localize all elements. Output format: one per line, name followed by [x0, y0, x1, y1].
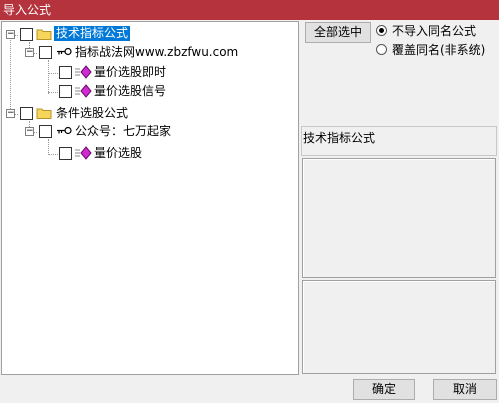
formula-icon	[75, 84, 92, 98]
folder-icon	[36, 108, 52, 119]
ok-button[interactable]: 确定	[353, 379, 415, 400]
radio-overwrite-label[interactable]: 覆盖同名(非系统)	[392, 41, 485, 58]
checkbox[interactable]	[59, 66, 72, 79]
tree-node-label: 公众号：七万起家	[75, 124, 172, 138]
tree-node-condition[interactable]: − 条件选股公式	[2, 104, 298, 122]
collapse-icon[interactable]: −	[25, 127, 34, 136]
checkbox[interactable]	[20, 107, 33, 120]
checkbox[interactable]	[39, 125, 52, 138]
description-box[interactable]	[302, 158, 496, 278]
radio-selected-dot	[379, 28, 384, 33]
tree-node-volume-price[interactable]: 量价选股	[2, 144, 298, 162]
footer: 确定 取消	[0, 375, 499, 403]
detail-box[interactable]	[302, 280, 496, 374]
checkbox[interactable]	[59, 147, 72, 160]
tree-node-label: 技术指标公式	[54, 26, 131, 41]
tree-node-instant[interactable]: 量价选股即时	[2, 63, 298, 81]
tree-node-signal[interactable]: 量价选股信号	[2, 82, 298, 100]
collapse-icon[interactable]: −	[25, 48, 34, 57]
tree-node-label: 条件选股公式	[56, 106, 129, 120]
checkbox[interactable]	[59, 85, 72, 98]
cancel-button[interactable]: 取消	[433, 379, 497, 400]
radio-skip-label[interactable]: 不导入同名公式	[392, 22, 476, 39]
checkbox[interactable]	[20, 28, 33, 41]
tree-node-technical[interactable]: − 技术指标公式	[2, 25, 298, 43]
key-icon	[57, 47, 72, 56]
tree-node-label: 量价选股信号	[94, 84, 167, 98]
radio-skip-duplicates[interactable]	[376, 25, 387, 36]
formula-tree[interactable]: − 技术指标公式 − 指标战法网www.zbzfwu.com 量价选股即时 量价…	[1, 21, 299, 375]
checkbox[interactable]	[39, 46, 52, 59]
collapse-icon[interactable]: −	[6, 109, 15, 118]
category-panel: 技术指标公式	[301, 126, 497, 156]
tree-node-label: 指标战法网www.zbzfwu.com	[75, 45, 239, 59]
tree-node-label: 量价选股	[94, 146, 143, 160]
formula-icon	[75, 65, 92, 79]
title-bar: 导入公式	[0, 0, 499, 20]
tree-node-label: 量价选股即时	[94, 65, 167, 79]
tree-node-wechat[interactable]: − 公众号：七万起家	[2, 122, 298, 140]
tree-node-zbzfwu[interactable]: − 指标战法网www.zbzfwu.com	[2, 43, 298, 61]
collapse-icon[interactable]: −	[6, 30, 15, 39]
import-options: 全部选中 不导入同名公式 覆盖同名(非系统)	[300, 21, 499, 125]
key-icon	[57, 126, 72, 135]
window-title: 导入公式	[3, 3, 52, 17]
radio-overwrite[interactable]	[376, 44, 387, 55]
select-all-button[interactable]: 全部选中	[305, 22, 371, 43]
folder-icon	[36, 29, 52, 40]
category-label: 技术指标公式	[303, 131, 376, 145]
formula-icon	[75, 146, 92, 160]
